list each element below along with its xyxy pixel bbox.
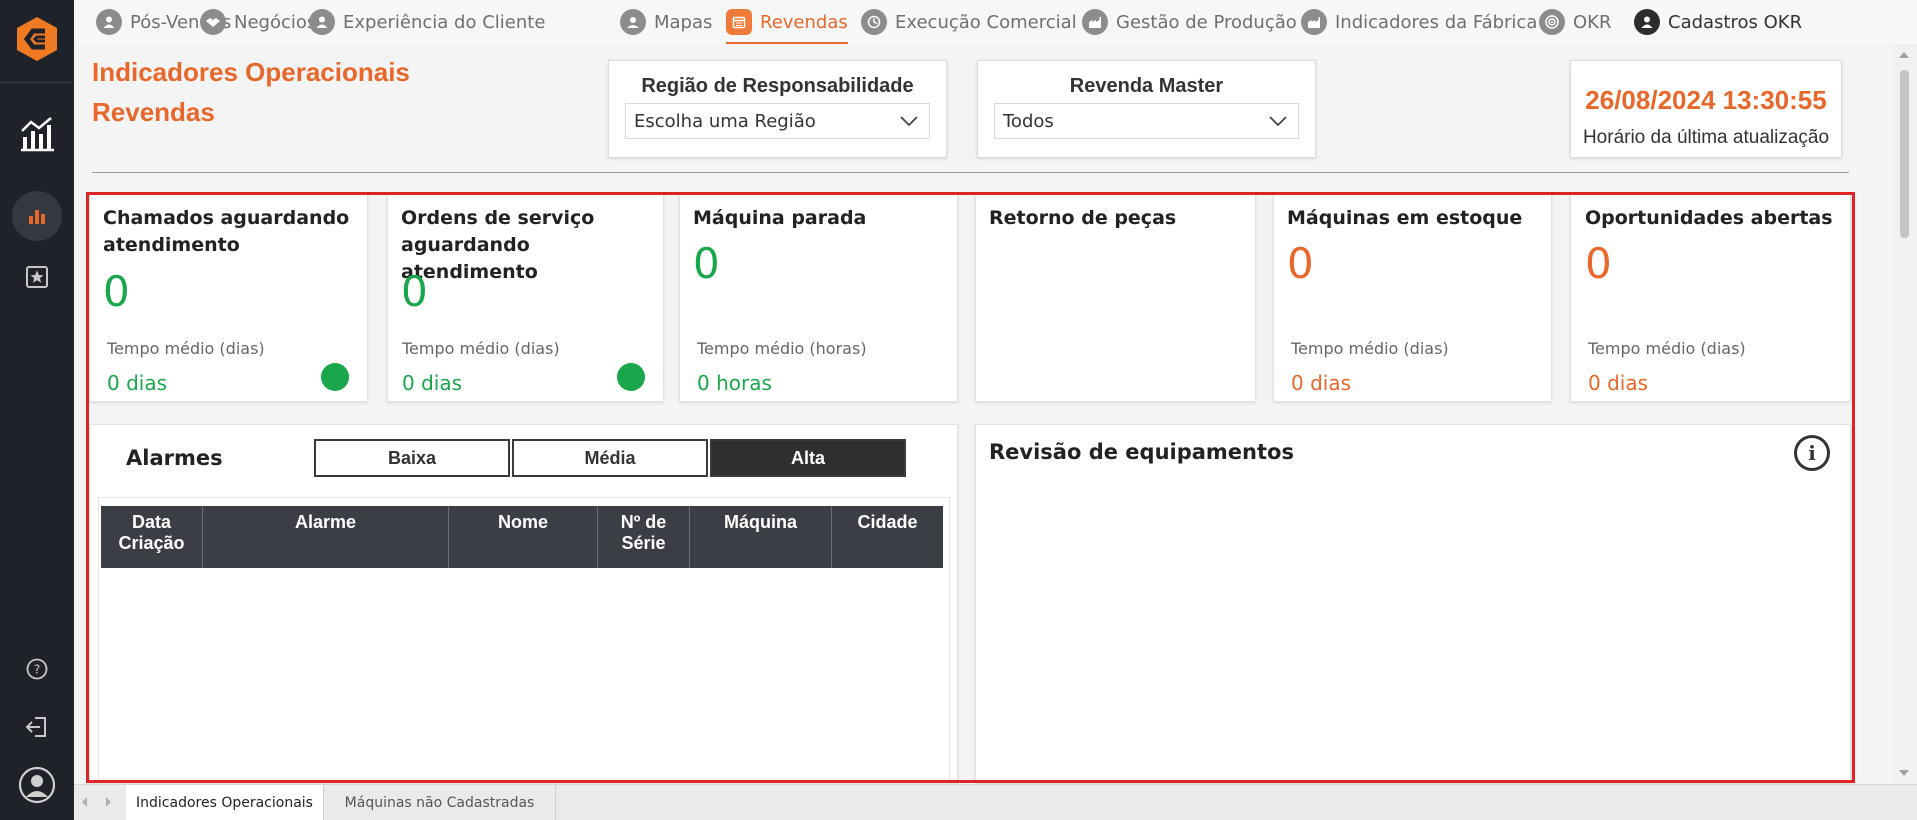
user-icon (96, 9, 122, 35)
chevron-down-icon (899, 112, 919, 133)
menu-item-label: Experiência do Cliente (343, 11, 546, 33)
factory-icon (1301, 9, 1327, 35)
bottom-tab-bar: Indicadores Operacionais Máquinas não Ca… (74, 784, 1917, 820)
scroll-up-arrow-icon[interactable] (1899, 52, 1909, 58)
region-select[interactable]: Escolha uma Região (625, 103, 930, 139)
scroll-down-arrow-icon[interactable] (1899, 770, 1909, 776)
tab-next-icon[interactable] (106, 797, 111, 807)
svg-text:?: ? (34, 663, 40, 677)
brand-logo[interactable] (14, 16, 60, 62)
selection-highlight (86, 192, 1855, 783)
target-icon (1539, 9, 1565, 35)
menu-item-gestao-de-producao[interactable]: Gestão de Produção (1082, 0, 1297, 44)
handshake-icon (200, 9, 226, 35)
menu-item-label: Indicadores da Fábrica (1335, 11, 1538, 33)
last-update-timestamp: 26/08/2024 13:30:55 (1585, 85, 1827, 115)
master-filter-label: Revenda Master (1069, 75, 1224, 97)
map-user-icon (620, 9, 646, 35)
menu-item-label: Gestão de Produção (1116, 11, 1297, 33)
tab-indicadores-operacionais[interactable]: Indicadores Operacionais (126, 785, 324, 820)
menu-item-negocios[interactable]: Negócios (200, 0, 316, 44)
menu-item-indicadores-da-fabrica[interactable]: Indicadores da Fábrica (1301, 0, 1537, 44)
region-select-value: Escolha uma Região (634, 110, 816, 132)
menu-item-label: Mapas (654, 11, 713, 33)
dashboard-icon[interactable] (12, 191, 62, 241)
master-filter: Revenda Master Todos (977, 60, 1316, 158)
user-icon (1634, 9, 1660, 35)
last-update-box: 26/08/2024 13:30:55 Horário da última at… (1570, 60, 1842, 158)
menu-item-label: OKR (1573, 11, 1612, 33)
menu-item-label: Negócios (234, 11, 317, 33)
chart-analytics-icon[interactable] (0, 112, 74, 156)
tab-maquinas-nao-cadastradas[interactable]: Máquinas não Cadastradas (324, 785, 556, 820)
sidebar: ? (0, 0, 74, 820)
factory-icon (1082, 9, 1108, 35)
menu-item-label: Cadastros OKR (1668, 11, 1803, 33)
menu-item-cadastros-okr[interactable]: Cadastros OKR (1634, 0, 1802, 44)
menu-item-label: Execução Comercial (895, 11, 1077, 33)
region-filter-label: Região de Responsabilidade (641, 75, 914, 97)
menu-item-mapas[interactable]: Mapas (620, 0, 712, 44)
last-update-label: Horário da última atualização (1582, 127, 1830, 148)
menu-item-okr[interactable]: OKR (1539, 0, 1611, 44)
master-select-value: Todos (1003, 110, 1054, 132)
top-menu: Pós-Vendas Negócios Experiência do Clien… (74, 0, 1917, 44)
favorites-icon[interactable] (0, 262, 74, 292)
logout-icon[interactable] (0, 712, 74, 742)
sidebar-divider (0, 82, 74, 83)
tab-prev-icon[interactable] (82, 797, 87, 807)
menu-item-revendas[interactable]: Revendas (726, 0, 848, 44)
scrollbar-thumb[interactable] (1900, 70, 1909, 238)
chevron-down-icon (1268, 112, 1288, 133)
help-icon[interactable]: ? (0, 654, 74, 684)
clock-icon (861, 9, 887, 35)
user-avatar-icon[interactable] (0, 765, 74, 805)
user-icon (309, 9, 335, 35)
menu-item-execucao-comercial[interactable]: Execução Comercial (861, 0, 1077, 44)
menu-item-experiencia-do-cliente[interactable]: Experiência do Cliente (309, 0, 545, 44)
page-subtitle: Revendas (92, 97, 215, 127)
calendar-icon (726, 9, 752, 35)
header-divider (92, 172, 1849, 173)
master-select[interactable]: Todos (994, 103, 1299, 139)
menu-item-label: Revendas (760, 11, 848, 33)
vertical-scrollbar[interactable] (1892, 44, 1917, 784)
region-filter: Região de Responsabilidade Escolha uma R… (608, 60, 947, 158)
page-title: Indicadores Operacionais (92, 57, 410, 87)
